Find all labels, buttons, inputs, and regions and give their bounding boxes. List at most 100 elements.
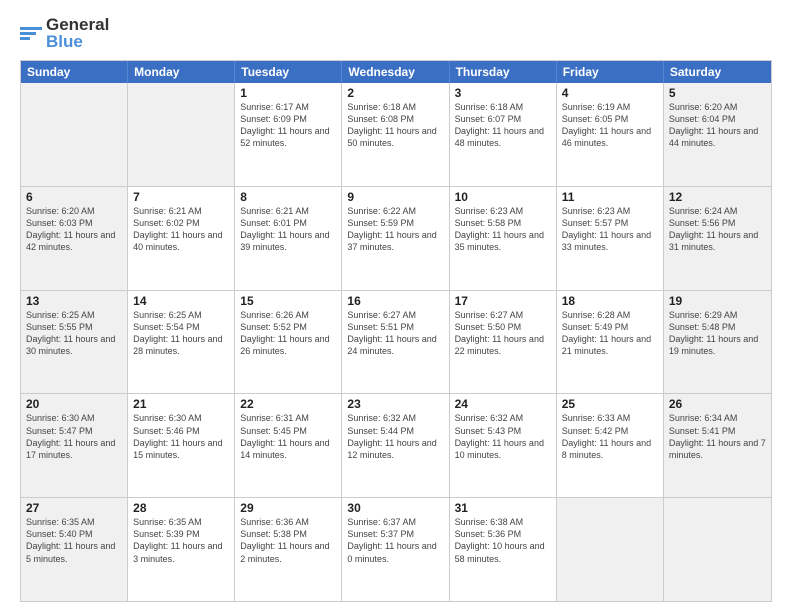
logo-line1: General: [46, 16, 109, 33]
empty-cell-4-6: [664, 498, 771, 601]
day-12: 12Sunrise: 6:24 AM Sunset: 5:56 PM Dayli…: [664, 187, 771, 290]
cell-info: Sunrise: 6:35 AM Sunset: 5:39 PM Dayligh…: [133, 516, 229, 565]
week-row-2: 6Sunrise: 6:20 AM Sunset: 6:03 PM Daylig…: [21, 186, 771, 290]
cell-info: Sunrise: 6:19 AM Sunset: 6:05 PM Dayligh…: [562, 101, 658, 150]
cell-info: Sunrise: 6:30 AM Sunset: 5:47 PM Dayligh…: [26, 412, 122, 461]
day-number: 11: [562, 190, 658, 204]
day-16: 16Sunrise: 6:27 AM Sunset: 5:51 PM Dayli…: [342, 291, 449, 394]
cell-info: Sunrise: 6:33 AM Sunset: 5:42 PM Dayligh…: [562, 412, 658, 461]
day-number: 30: [347, 501, 443, 515]
logo-icon: [20, 27, 42, 40]
empty-cell-0-0: [21, 83, 128, 186]
empty-cell-0-1: [128, 83, 235, 186]
day-number: 20: [26, 397, 122, 411]
cell-info: Sunrise: 6:21 AM Sunset: 6:02 PM Dayligh…: [133, 205, 229, 254]
day-6: 6Sunrise: 6:20 AM Sunset: 6:03 PM Daylig…: [21, 187, 128, 290]
page-header: General Blue: [20, 16, 772, 50]
day-26: 26Sunrise: 6:34 AM Sunset: 5:41 PM Dayli…: [664, 394, 771, 497]
day-number: 13: [26, 294, 122, 308]
week-row-4: 20Sunrise: 6:30 AM Sunset: 5:47 PM Dayli…: [21, 393, 771, 497]
day-3: 3Sunrise: 6:18 AM Sunset: 6:07 PM Daylig…: [450, 83, 557, 186]
cell-info: Sunrise: 6:20 AM Sunset: 6:03 PM Dayligh…: [26, 205, 122, 254]
cell-info: Sunrise: 6:38 AM Sunset: 5:36 PM Dayligh…: [455, 516, 551, 565]
cell-info: Sunrise: 6:18 AM Sunset: 6:08 PM Dayligh…: [347, 101, 443, 150]
day-number: 9: [347, 190, 443, 204]
day-4: 4Sunrise: 6:19 AM Sunset: 6:05 PM Daylig…: [557, 83, 664, 186]
day-15: 15Sunrise: 6:26 AM Sunset: 5:52 PM Dayli…: [235, 291, 342, 394]
header-day-thursday: Thursday: [450, 61, 557, 83]
cell-info: Sunrise: 6:32 AM Sunset: 5:44 PM Dayligh…: [347, 412, 443, 461]
day-number: 23: [347, 397, 443, 411]
day-number: 14: [133, 294, 229, 308]
day-number: 3: [455, 86, 551, 100]
cell-info: Sunrise: 6:17 AM Sunset: 6:09 PM Dayligh…: [240, 101, 336, 150]
header-day-saturday: Saturday: [664, 61, 771, 83]
cell-info: Sunrise: 6:25 AM Sunset: 5:55 PM Dayligh…: [26, 309, 122, 358]
day-1: 1Sunrise: 6:17 AM Sunset: 6:09 PM Daylig…: [235, 83, 342, 186]
cell-info: Sunrise: 6:29 AM Sunset: 5:48 PM Dayligh…: [669, 309, 766, 358]
day-25: 25Sunrise: 6:33 AM Sunset: 5:42 PM Dayli…: [557, 394, 664, 497]
day-number: 7: [133, 190, 229, 204]
cell-info: Sunrise: 6:34 AM Sunset: 5:41 PM Dayligh…: [669, 412, 766, 461]
day-10: 10Sunrise: 6:23 AM Sunset: 5:58 PM Dayli…: [450, 187, 557, 290]
day-27: 27Sunrise: 6:35 AM Sunset: 5:40 PM Dayli…: [21, 498, 128, 601]
day-11: 11Sunrise: 6:23 AM Sunset: 5:57 PM Dayli…: [557, 187, 664, 290]
day-number: 4: [562, 86, 658, 100]
calendar-header: SundayMondayTuesdayWednesdayThursdayFrid…: [21, 61, 771, 83]
day-22: 22Sunrise: 6:31 AM Sunset: 5:45 PM Dayli…: [235, 394, 342, 497]
day-7: 7Sunrise: 6:21 AM Sunset: 6:02 PM Daylig…: [128, 187, 235, 290]
cell-info: Sunrise: 6:18 AM Sunset: 6:07 PM Dayligh…: [455, 101, 551, 150]
logo: General Blue: [20, 16, 109, 50]
header-day-tuesday: Tuesday: [235, 61, 342, 83]
cell-info: Sunrise: 6:26 AM Sunset: 5:52 PM Dayligh…: [240, 309, 336, 358]
week-row-1: 1Sunrise: 6:17 AM Sunset: 6:09 PM Daylig…: [21, 83, 771, 186]
cell-info: Sunrise: 6:37 AM Sunset: 5:37 PM Dayligh…: [347, 516, 443, 565]
cell-info: Sunrise: 6:23 AM Sunset: 5:58 PM Dayligh…: [455, 205, 551, 254]
cell-info: Sunrise: 6:22 AM Sunset: 5:59 PM Dayligh…: [347, 205, 443, 254]
cell-info: Sunrise: 6:30 AM Sunset: 5:46 PM Dayligh…: [133, 412, 229, 461]
day-number: 5: [669, 86, 766, 100]
cell-info: Sunrise: 6:36 AM Sunset: 5:38 PM Dayligh…: [240, 516, 336, 565]
cell-info: Sunrise: 6:20 AM Sunset: 6:04 PM Dayligh…: [669, 101, 766, 150]
day-number: 29: [240, 501, 336, 515]
day-28: 28Sunrise: 6:35 AM Sunset: 5:39 PM Dayli…: [128, 498, 235, 601]
day-number: 19: [669, 294, 766, 308]
day-18: 18Sunrise: 6:28 AM Sunset: 5:49 PM Dayli…: [557, 291, 664, 394]
day-19: 19Sunrise: 6:29 AM Sunset: 5:48 PM Dayli…: [664, 291, 771, 394]
day-5: 5Sunrise: 6:20 AM Sunset: 6:04 PM Daylig…: [664, 83, 771, 186]
day-2: 2Sunrise: 6:18 AM Sunset: 6:08 PM Daylig…: [342, 83, 449, 186]
calendar: SundayMondayTuesdayWednesdayThursdayFrid…: [20, 60, 772, 602]
day-number: 18: [562, 294, 658, 308]
week-row-5: 27Sunrise: 6:35 AM Sunset: 5:40 PM Dayli…: [21, 497, 771, 601]
day-number: 6: [26, 190, 122, 204]
day-21: 21Sunrise: 6:30 AM Sunset: 5:46 PM Dayli…: [128, 394, 235, 497]
header-day-wednesday: Wednesday: [342, 61, 449, 83]
week-row-3: 13Sunrise: 6:25 AM Sunset: 5:55 PM Dayli…: [21, 290, 771, 394]
cell-info: Sunrise: 6:31 AM Sunset: 5:45 PM Dayligh…: [240, 412, 336, 461]
day-number: 8: [240, 190, 336, 204]
header-day-sunday: Sunday: [21, 61, 128, 83]
day-number: 15: [240, 294, 336, 308]
cell-info: Sunrise: 6:23 AM Sunset: 5:57 PM Dayligh…: [562, 205, 658, 254]
day-23: 23Sunrise: 6:32 AM Sunset: 5:44 PM Dayli…: [342, 394, 449, 497]
day-17: 17Sunrise: 6:27 AM Sunset: 5:50 PM Dayli…: [450, 291, 557, 394]
day-24: 24Sunrise: 6:32 AM Sunset: 5:43 PM Dayli…: [450, 394, 557, 497]
cell-info: Sunrise: 6:35 AM Sunset: 5:40 PM Dayligh…: [26, 516, 122, 565]
day-13: 13Sunrise: 6:25 AM Sunset: 5:55 PM Dayli…: [21, 291, 128, 394]
day-30: 30Sunrise: 6:37 AM Sunset: 5:37 PM Dayli…: [342, 498, 449, 601]
logo-line2: Blue: [46, 33, 109, 50]
day-number: 26: [669, 397, 766, 411]
day-number: 17: [455, 294, 551, 308]
day-number: 31: [455, 501, 551, 515]
day-number: 25: [562, 397, 658, 411]
calendar-body: 1Sunrise: 6:17 AM Sunset: 6:09 PM Daylig…: [21, 83, 771, 601]
empty-cell-4-5: [557, 498, 664, 601]
cell-info: Sunrise: 6:24 AM Sunset: 5:56 PM Dayligh…: [669, 205, 766, 254]
cell-info: Sunrise: 6:27 AM Sunset: 5:50 PM Dayligh…: [455, 309, 551, 358]
day-number: 21: [133, 397, 229, 411]
day-20: 20Sunrise: 6:30 AM Sunset: 5:47 PM Dayli…: [21, 394, 128, 497]
cell-info: Sunrise: 6:21 AM Sunset: 6:01 PM Dayligh…: [240, 205, 336, 254]
day-number: 2: [347, 86, 443, 100]
day-9: 9Sunrise: 6:22 AM Sunset: 5:59 PM Daylig…: [342, 187, 449, 290]
header-day-monday: Monday: [128, 61, 235, 83]
